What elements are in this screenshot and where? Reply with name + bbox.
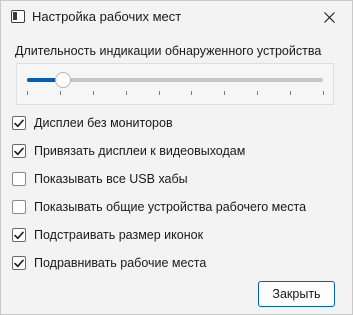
option-row[interactable]: Дисплеи без мониторов	[12, 116, 173, 130]
option-label: Показывать общие устройства рабочего мес…	[34, 200, 307, 214]
option-label: Подстраивать размер иконок	[34, 228, 204, 242]
option-label: Показывать все USB хабы	[34, 172, 188, 186]
option-row[interactable]: Подравнивать рабочие места	[12, 256, 206, 270]
slider-label: Длительность индикации обнаруженного уст…	[15, 44, 322, 58]
slider-group	[16, 63, 334, 105]
window-title: Настройка рабочих мест	[32, 9, 182, 24]
option-row[interactable]: Показывать все USB хабы	[12, 172, 188, 186]
slider-tick	[191, 91, 193, 95]
window-icon	[11, 10, 25, 23]
checkbox[interactable]	[12, 256, 26, 270]
option-row[interactable]: Показывать общие устройства рабочего мес…	[12, 200, 306, 214]
checkmark-icon	[14, 119, 24, 127]
slider-tick	[125, 91, 127, 95]
slider-tick	[158, 91, 160, 95]
checkbox[interactable]	[12, 144, 26, 158]
slider-tick	[59, 91, 61, 95]
option-row[interactable]: Привязать дисплеи к видеовыходам	[12, 144, 245, 158]
slider-tick	[92, 91, 94, 95]
slider-thumb[interactable]	[54, 72, 71, 88]
slider-tick	[323, 91, 324, 95]
slider-tick	[290, 91, 292, 95]
settings-dialog: Настройка рабочих мест Длительность инди…	[0, 0, 353, 315]
checkmark-icon	[14, 259, 24, 267]
checkmark-icon	[14, 147, 24, 155]
slider-track[interactable]	[27, 78, 323, 82]
close-button[interactable]: Закрыть	[258, 281, 335, 307]
option-row[interactable]: Подстраивать размер иконок	[12, 228, 203, 242]
dialog-content: Длительность индикации обнаруженного уст…	[1, 33, 352, 314]
title-bar: Настройка рабочих мест	[1, 1, 352, 33]
slider-tick	[224, 91, 226, 95]
close-icon	[323, 11, 335, 23]
checkbox[interactable]	[12, 172, 26, 186]
option-label: Дисплеи без мониторов	[34, 116, 173, 130]
close-window-button[interactable]	[306, 1, 352, 33]
checkbox[interactable]	[12, 200, 26, 214]
slider-ticks	[27, 91, 324, 97]
slider-tick	[27, 91, 28, 95]
checkmark-icon	[14, 231, 24, 239]
slider-tick	[257, 91, 259, 95]
checkbox[interactable]	[12, 228, 26, 242]
option-label: Привязать дисплеи к видеовыходам	[34, 144, 246, 158]
checkbox[interactable]	[12, 116, 26, 130]
option-label: Подравнивать рабочие места	[34, 256, 207, 270]
